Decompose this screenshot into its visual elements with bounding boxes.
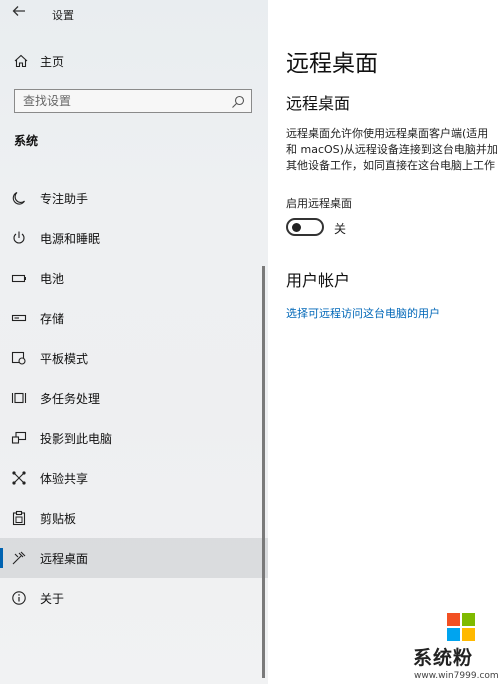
sidebar-item-focus-assist[interactable]: 专注助手 [0, 178, 268, 218]
sidebar-item-label: 主页 [40, 55, 65, 69]
sidebar-item-home[interactable]: 主页 [0, 48, 268, 74]
sidebar-item-storage[interactable]: 存储 [0, 298, 268, 338]
page-title: 远程桌面 [286, 51, 378, 77]
sidebar-item-label: 电池 [40, 272, 65, 286]
power-icon [11, 230, 27, 246]
title-bar: 设置 [0, 0, 268, 30]
sidebar-item-label: 专注助手 [40, 192, 89, 206]
description-line: 和 macOS)从远程设备连接到这台电脑并加 [286, 143, 498, 156]
sidebar-item-label: 平板模式 [40, 352, 89, 366]
sidebar-item-label: 多任务处理 [40, 392, 101, 406]
moon-icon [11, 190, 27, 206]
sidebar-item-label: 存储 [40, 312, 65, 326]
sidebar-item-label: 远程桌面 [40, 552, 89, 566]
sidebar-item-projecting[interactable]: 投影到此电脑 [0, 418, 268, 458]
sidebar-item-shared-experiences[interactable]: 体验共享 [0, 458, 268, 498]
battery-icon [11, 270, 27, 286]
sidebar-item-label: 体验共享 [40, 472, 89, 486]
sidebar: 设置 主页 系统 专注助手 电源和睡眠 电池 存储 [0, 0, 268, 684]
toggle-knob [292, 223, 301, 232]
window-title: 设置 [52, 9, 74, 22]
remote-desktop-toggle[interactable] [286, 218, 324, 236]
select-users-link[interactable]: 选择可远程访问这台电脑的用户 [286, 305, 440, 321]
remote-desktop-icon [11, 550, 27, 566]
tablet-mode-icon [11, 350, 27, 366]
sidebar-item-tablet-mode[interactable]: 平板模式 [0, 338, 268, 378]
sidebar-item-battery[interactable]: 电池 [0, 258, 268, 298]
search-icon[interactable] [231, 94, 245, 108]
sidebar-item-remote-desktop[interactable]: 远程桌面 [0, 538, 268, 578]
watermark-url: www.win7999.com [414, 671, 499, 681]
sidebar-item-label: 电源和睡眠 [40, 232, 101, 246]
projecting-icon [11, 430, 27, 446]
home-icon [13, 53, 29, 69]
sidebar-item-label: 剪贴板 [40, 512, 77, 526]
description: 远程桌面允许你使用远程桌面客户端(适用 和 macOS)从远程设备连接到这台电脑… [286, 126, 500, 174]
main-content: 远程桌面 远程桌面 远程桌面允许你使用远程桌面客户端(适用 和 macOS)从远… [268, 0, 500, 684]
description-line: 远程桌面允许你使用远程桌面客户端(适用 [286, 127, 489, 140]
storage-icon [11, 310, 27, 326]
sidebar-scrollbar[interactable] [262, 266, 265, 678]
sidebar-item-label: 投影到此电脑 [40, 432, 113, 446]
info-icon [11, 590, 27, 606]
user-accounts-heading: 用户帐户 [286, 271, 351, 290]
watermark-text: 系统粉 [413, 647, 474, 669]
watermark: 系统粉 www.win7999.com [413, 610, 500, 684]
section-heading: 远程桌面 [286, 94, 351, 113]
toggle-state-text: 关 [334, 222, 347, 236]
search-box[interactable] [14, 89, 252, 113]
search-input[interactable] [23, 93, 223, 109]
clipboard-icon [11, 510, 27, 526]
windows-logo-icon [447, 613, 475, 641]
active-indicator [0, 548, 3, 568]
section-title: 系统 [14, 134, 39, 148]
description-line: 其他设备工作，如同直接在这台电脑上工作 [286, 159, 495, 172]
multitasking-icon [11, 390, 27, 406]
sidebar-item-multitasking[interactable]: 多任务处理 [0, 378, 268, 418]
shared-experiences-icon [11, 470, 27, 486]
sidebar-item-label: 关于 [40, 592, 65, 606]
sidebar-item-power-sleep[interactable]: 电源和睡眠 [0, 218, 268, 258]
sidebar-item-about[interactable]: 关于 [0, 578, 268, 618]
sidebar-item-clipboard[interactable]: 剪贴板 [0, 498, 268, 538]
toggle-label: 启用远程桌面 [286, 197, 352, 210]
back-arrow-icon[interactable] [12, 4, 30, 22]
